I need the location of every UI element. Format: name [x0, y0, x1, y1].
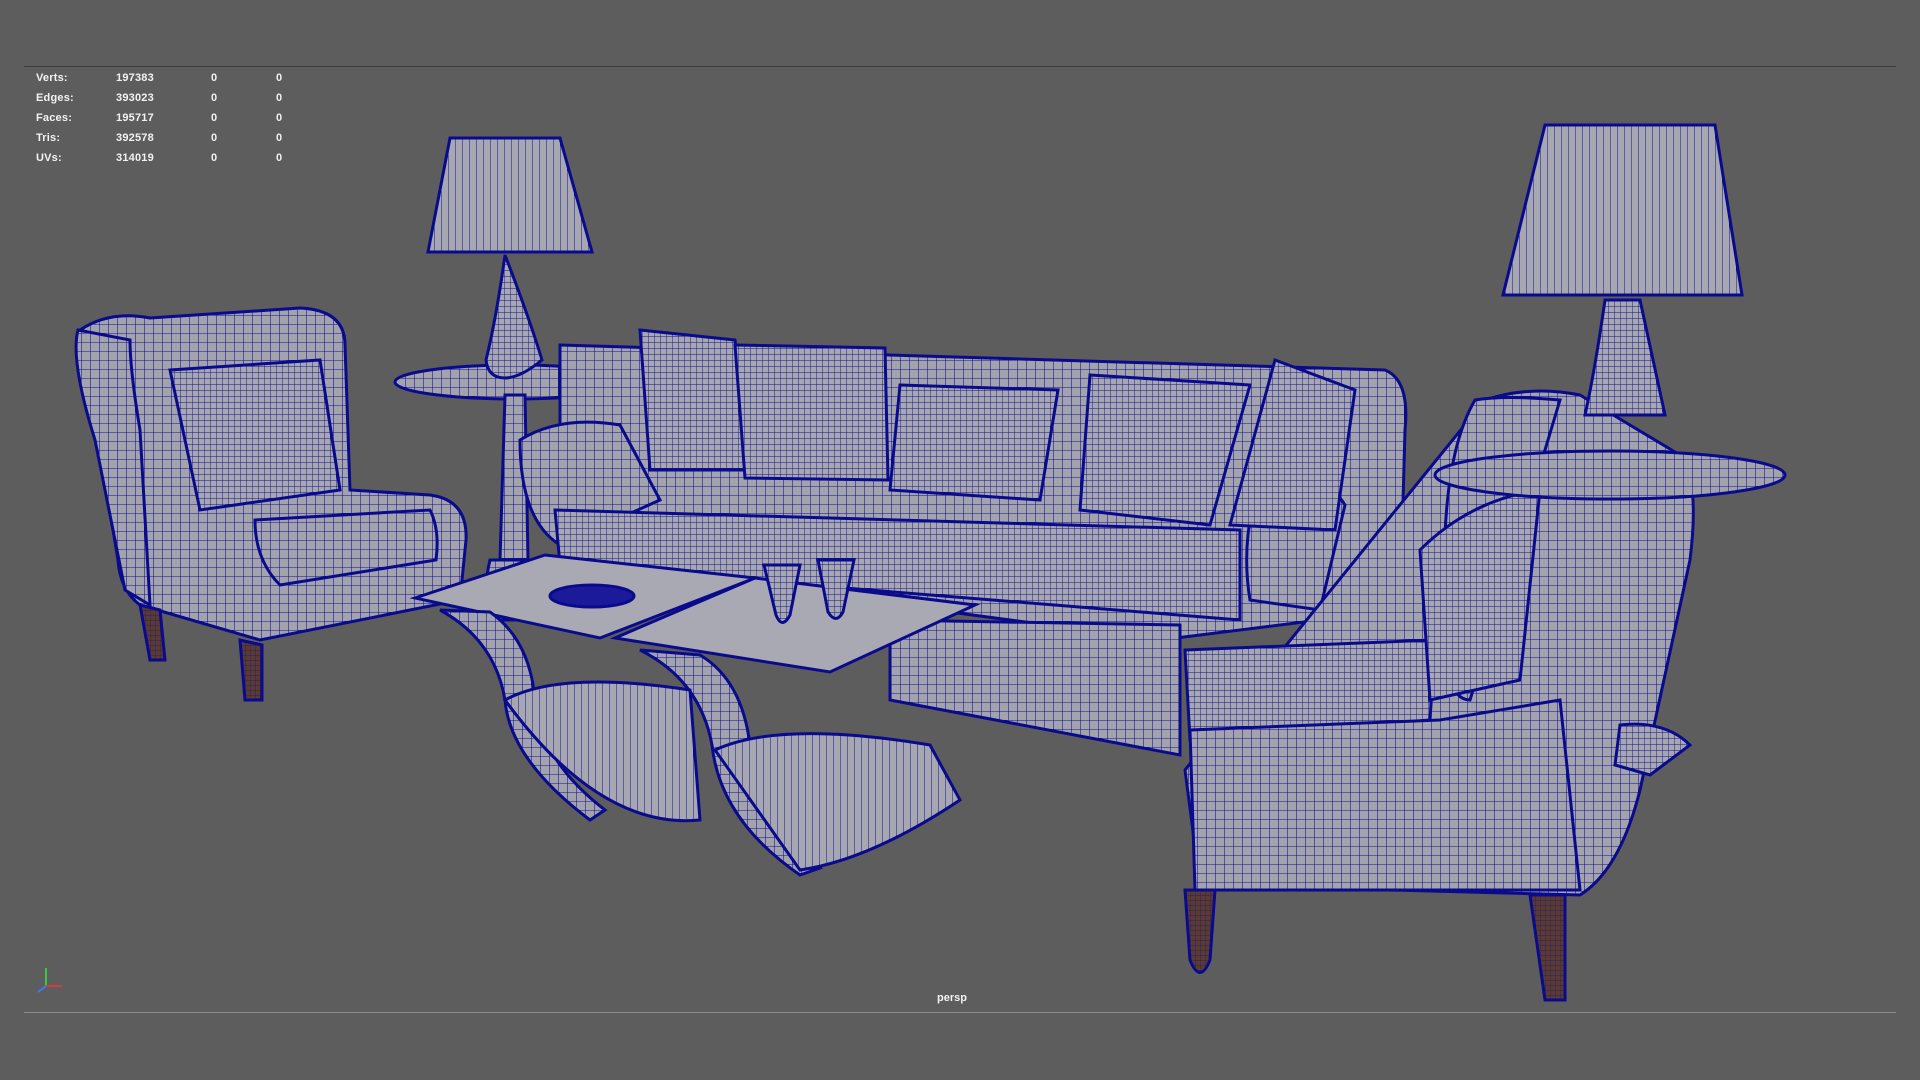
axis-gizmo-icon — [37, 968, 62, 993]
right-lamp[interactable] — [1501, 123, 1744, 417]
coffee-table[interactable] — [409, 553, 981, 877]
left-lamp[interactable] — [426, 136, 594, 380]
wireframe-scene[interactable] — [0, 0, 1920, 1080]
viewport-bottom-border — [24, 1012, 1896, 1013]
camera-name-label: persp — [937, 992, 967, 1004]
left-armchair[interactable] — [74, 306, 468, 702]
